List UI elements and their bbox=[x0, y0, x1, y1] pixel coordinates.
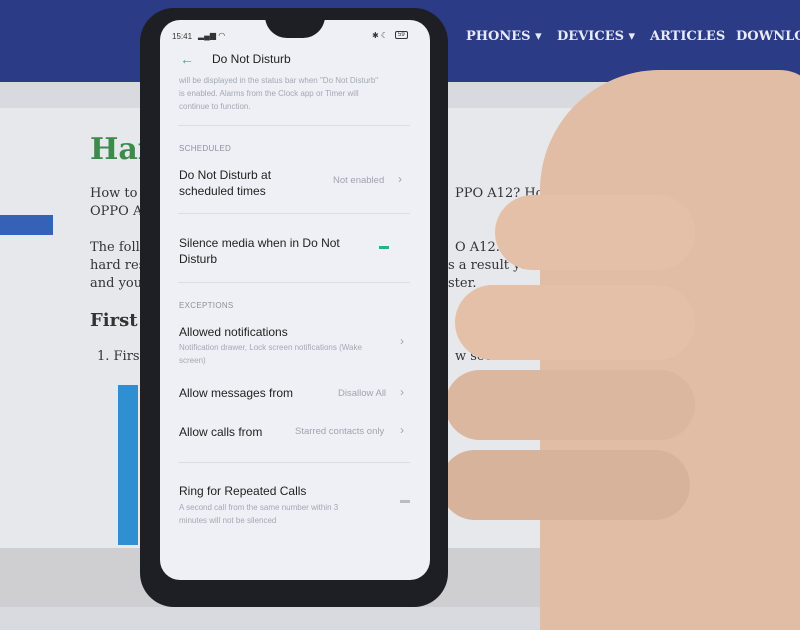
divider bbox=[178, 462, 410, 463]
back-arrow-icon[interactable]: ← bbox=[180, 51, 194, 67]
row-label: Ring for Repeated Calls bbox=[179, 484, 307, 498]
allow-calls-row[interactable]: Allow calls from Starred contacts only › bbox=[160, 420, 430, 446]
article-text: The follo bbox=[90, 240, 148, 255]
phone-screen: 15:41 ▂▄▆ ◠ ✱ ☾ 59 ← Do Not Disturb will… bbox=[160, 20, 430, 580]
allow-messages-row[interactable]: Allow messages from Disallow All › bbox=[160, 382, 430, 408]
row-value: Starred contacts only bbox=[295, 426, 385, 437]
row-subtext: Notification drawer, Lock screen notific… bbox=[179, 343, 362, 365]
section-header-scheduled: SCHEDULED bbox=[179, 144, 232, 153]
article-text: How to f bbox=[90, 186, 147, 201]
battery-icon: 59 bbox=[395, 31, 408, 39]
intro-text: will be displayed in the status bar when… bbox=[179, 76, 379, 111]
signal-wifi-icon: ▂▄▆ ◠ bbox=[198, 31, 226, 40]
finger bbox=[495, 195, 695, 270]
allowed-notifications-row[interactable]: Allowed notifications Notification drawe… bbox=[160, 322, 430, 368]
row-label: Allow calls from bbox=[179, 425, 263, 439]
nav-devices[interactable]: DEVICES ▾ bbox=[557, 29, 635, 44]
row-label: Do Not Disturb at scheduled times bbox=[179, 168, 272, 198]
website-sidebar-bar bbox=[0, 215, 53, 235]
divider bbox=[178, 125, 410, 126]
row-value: Not enabled bbox=[333, 175, 385, 186]
silence-media-toggle[interactable] bbox=[379, 246, 389, 249]
chevron-right-icon: › bbox=[400, 423, 404, 437]
chevron-right-icon: › bbox=[400, 385, 404, 399]
finger bbox=[440, 450, 690, 520]
nav-phones[interactable]: PHONES ▾ bbox=[466, 29, 542, 44]
finger bbox=[455, 285, 695, 360]
repeated-calls-row[interactable]: Ring for Repeated Calls A second call fr… bbox=[160, 480, 430, 530]
article-text: 1. Firs bbox=[97, 349, 140, 364]
row-value: Disallow All bbox=[338, 388, 387, 399]
camera-notch bbox=[265, 20, 325, 38]
chevron-right-icon: › bbox=[398, 172, 402, 186]
divider bbox=[178, 282, 410, 283]
row-label: Allowed notifications bbox=[179, 325, 288, 339]
silence-media-row[interactable]: Silence media when in Do Not Disturb bbox=[160, 228, 430, 278]
article-subheading: First bbox=[90, 310, 138, 331]
status-time: 15:41 bbox=[172, 32, 193, 41]
row-label: Silence media when in Do Not Disturb bbox=[179, 236, 340, 266]
finger bbox=[445, 370, 695, 440]
divider bbox=[178, 213, 410, 214]
dnd-moon-icon: ✱ ☾ bbox=[372, 31, 389, 40]
section-header-exceptions: EXCEPTIONS bbox=[179, 301, 234, 310]
article-text: and you bbox=[90, 276, 143, 291]
row-label: Allow messages from bbox=[179, 386, 294, 400]
nav-articles[interactable]: ARTICLES bbox=[650, 29, 725, 44]
nav-downloads[interactable]: DOWNLOA bbox=[736, 29, 800, 44]
repeated-calls-toggle[interactable] bbox=[400, 500, 410, 503]
article-text: ster. bbox=[448, 276, 477, 291]
article-image bbox=[118, 385, 138, 545]
scheduled-times-row[interactable]: Do Not Disturb at scheduled times Not en… bbox=[160, 160, 430, 210]
chevron-right-icon: › bbox=[400, 334, 404, 348]
page-title: Do Not Disturb bbox=[212, 52, 291, 66]
row-subtext: A second call from the same number withi… bbox=[179, 503, 339, 525]
